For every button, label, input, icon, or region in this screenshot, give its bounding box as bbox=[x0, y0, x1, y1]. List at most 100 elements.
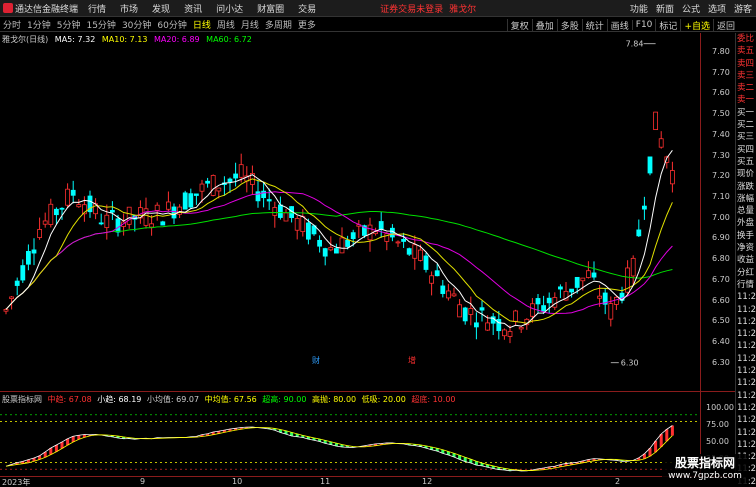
candle bbox=[490, 313, 496, 336]
candle bbox=[457, 299, 463, 318]
side-panel-item[interactable]: 净资 bbox=[736, 242, 756, 254]
candle bbox=[333, 243, 339, 254]
indicator-panel bbox=[0, 414, 700, 472]
watermark: 股票指标网 www.7gpzb.com bbox=[662, 454, 748, 484]
candle bbox=[42, 212, 48, 228]
side-panel-item[interactable]: 11:2 bbox=[736, 365, 756, 377]
y-tick-label: 7.00 bbox=[712, 212, 730, 222]
side-panel-item[interactable]: 委比 bbox=[736, 33, 756, 45]
candle bbox=[294, 215, 300, 240]
candle bbox=[244, 166, 250, 193]
increase-marker: 增 bbox=[408, 355, 416, 365]
candle bbox=[552, 292, 558, 311]
side-panel-item[interactable]: 涨幅 bbox=[736, 193, 756, 205]
y-axis-divider bbox=[700, 33, 701, 478]
indicator-legend: 股票指标网 中趋: 67.08 小趋: 68.19 小均值: 69.07 中均值… bbox=[2, 394, 459, 405]
candle bbox=[406, 247, 412, 257]
candle bbox=[37, 217, 42, 240]
candle bbox=[165, 191, 171, 212]
y-tick-label: 6.70 bbox=[712, 274, 730, 284]
indicator-name[interactable]: 股票指标网 bbox=[2, 395, 42, 404]
x-axis-label: 11 bbox=[320, 477, 331, 486]
side-panel-item[interactable]: 11:2 bbox=[736, 340, 756, 352]
candle bbox=[473, 312, 479, 340]
candle bbox=[558, 284, 563, 299]
candle bbox=[429, 271, 435, 296]
candle bbox=[658, 131, 664, 149]
candle bbox=[586, 261, 591, 279]
candle bbox=[104, 204, 110, 240]
candle bbox=[272, 201, 278, 228]
side-panel-item[interactable]: 分红 bbox=[736, 267, 756, 279]
side-panel-item[interactable]: 买四 bbox=[736, 144, 756, 156]
chart-canvas[interactable]: 7.84 6.30 财 增 bbox=[0, 0, 756, 487]
side-panel-item[interactable]: 11:2 bbox=[736, 402, 756, 414]
candlesticks bbox=[3, 111, 675, 344]
candle bbox=[317, 235, 323, 253]
candle bbox=[149, 215, 155, 236]
side-panel-item[interactable]: 卖二 bbox=[736, 82, 756, 94]
candle bbox=[48, 198, 54, 228]
side-panel-item[interactable]: 卖五 bbox=[736, 45, 756, 57]
candle bbox=[110, 201, 115, 221]
y-tick-label: 6.80 bbox=[712, 254, 730, 264]
candle bbox=[378, 211, 384, 238]
candle bbox=[20, 259, 26, 283]
side-panel-item[interactable]: 11:2 bbox=[736, 439, 756, 451]
candle bbox=[65, 183, 70, 209]
y-tick-label: 6.60 bbox=[712, 295, 730, 305]
side-panel-item[interactable]: 11:2 bbox=[736, 377, 756, 389]
candle bbox=[87, 190, 93, 218]
price-annotations: 7.84 6.30 财 增 bbox=[312, 40, 656, 368]
candle bbox=[630, 255, 636, 285]
side-panel-item[interactable]: 卖三 bbox=[736, 70, 756, 82]
ind-small-avg: 小均值: 69.07 bbox=[146, 395, 200, 404]
indicator-y-tick: 75.00 bbox=[706, 420, 729, 429]
side-panel-item[interactable]: 现价 bbox=[736, 168, 756, 180]
candle bbox=[653, 111, 658, 131]
side-panel-item[interactable]: 行情 bbox=[736, 279, 756, 291]
side-panel-item[interactable]: 11:2 bbox=[736, 414, 756, 426]
y-tick-label: 7.10 bbox=[712, 192, 730, 201]
side-panel-item[interactable]: 涨跌 bbox=[736, 181, 756, 193]
candle bbox=[160, 220, 166, 226]
candle bbox=[221, 176, 227, 196]
candle bbox=[647, 156, 653, 176]
side-panel-item[interactable]: 买五 bbox=[736, 156, 756, 168]
side-panel-item[interactable]: 换手 bbox=[736, 230, 756, 242]
candle bbox=[93, 198, 98, 220]
candle bbox=[137, 200, 143, 224]
candle bbox=[356, 219, 362, 238]
side-panel-item[interactable]: 卖一 bbox=[736, 94, 756, 106]
side-panel-item[interactable]: 收益 bbox=[736, 254, 756, 266]
ind-small-trend: 小趋: 68.19 bbox=[97, 395, 142, 404]
side-panel-item[interactable]: 11:2 bbox=[736, 316, 756, 328]
side-panel-item[interactable]: 11:2 bbox=[736, 427, 756, 439]
side-panel-item[interactable]: 11:2 bbox=[736, 304, 756, 316]
y-tick-label: 6.90 bbox=[712, 233, 730, 243]
ind-super-high: 超高: 90.00 bbox=[262, 395, 307, 404]
side-panel-item[interactable]: 11:2 bbox=[736, 353, 756, 365]
candle bbox=[546, 292, 552, 314]
y-tick-label: 7.20 bbox=[712, 171, 730, 181]
candle bbox=[98, 213, 104, 226]
finance-marker: 财 bbox=[312, 355, 320, 365]
side-panel-item[interactable]: 买三 bbox=[736, 131, 756, 143]
candle bbox=[513, 309, 518, 326]
side-panel-item[interactable]: 11:2 bbox=[736, 390, 756, 402]
candle bbox=[636, 219, 642, 237]
side-panel-item[interactable]: 买一 bbox=[736, 107, 756, 119]
side-panel-item[interactable]: 总量 bbox=[736, 205, 756, 217]
y-tick-label: 6.50 bbox=[712, 316, 730, 326]
y-tick-label: 7.40 bbox=[712, 129, 730, 139]
x-axis-label: 2023年 bbox=[2, 478, 31, 487]
side-panel-item[interactable]: 外盘 bbox=[736, 217, 756, 229]
side-panel-item[interactable]: 卖四 bbox=[736, 58, 756, 70]
ma10-line bbox=[5, 178, 673, 324]
candle bbox=[322, 247, 328, 266]
side-panel-item[interactable]: 11:2 bbox=[736, 291, 756, 303]
ma5-line bbox=[5, 150, 673, 329]
candle bbox=[451, 287, 457, 297]
side-panel-item[interactable]: 11:2 bbox=[736, 328, 756, 340]
side-panel-item[interactable]: 买二 bbox=[736, 119, 756, 131]
